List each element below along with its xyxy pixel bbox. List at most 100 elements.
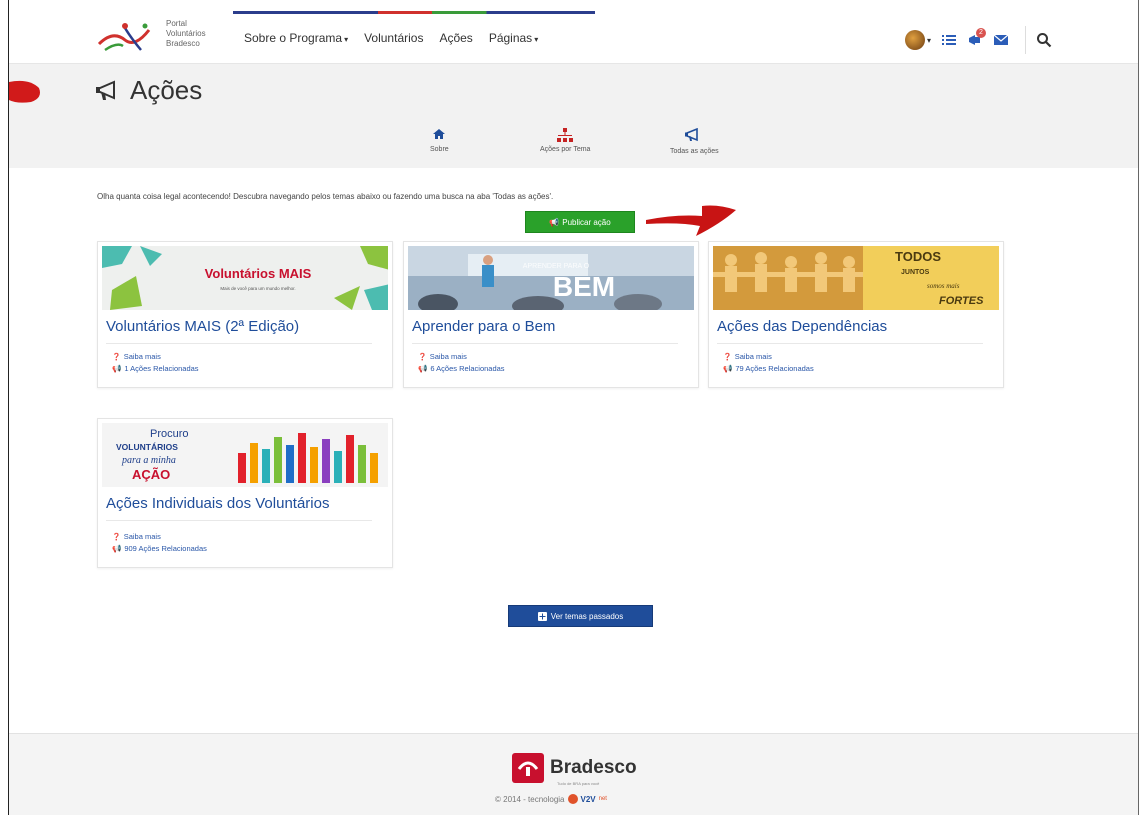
envelope-icon[interactable] xyxy=(993,32,1009,48)
navbar-actions: ▾ 2 xyxy=(905,26,1052,54)
past-themes-button[interactable]: Ver temas passados xyxy=(508,605,653,627)
annotation-red-mark xyxy=(9,80,40,103)
card-title[interactable]: Voluntários MAIS (2ª Edição) xyxy=(106,318,299,335)
question-circle-icon: ❓ xyxy=(112,353,121,361)
banner-line-1: TODOS xyxy=(895,249,941,264)
card-title[interactable]: Ações Individuais dos Voluntários xyxy=(106,495,329,512)
banner-title: Voluntários MAIS xyxy=(205,266,312,281)
notifications-button[interactable]: 2 xyxy=(967,28,986,48)
banner-line-4: AÇÃO xyxy=(132,467,170,482)
page-title: Ações xyxy=(96,75,202,106)
publish-button-label: Publicar ação xyxy=(562,217,611,227)
saiba-mais-link[interactable]: ❓ Saiba mais xyxy=(112,532,161,541)
annotation-red-arrow xyxy=(646,205,736,236)
card-banner: TODOS JUNTOS somos mais FORTES xyxy=(713,246,999,310)
banner-subtitle: Mais de você para um mundo melhor. xyxy=(220,286,295,291)
bradesco-brand: Bradesco xyxy=(512,753,637,783)
card-banner: APRENDER PARA O BEM xyxy=(408,246,694,310)
related-actions-label: 6 Ações Relacionadas xyxy=(430,364,505,373)
sitemap-icon xyxy=(557,128,574,142)
caret-down-icon: ▾ xyxy=(534,35,539,44)
card-title[interactable]: Aprender para o Bem xyxy=(412,318,555,335)
page-title-text: Ações xyxy=(130,75,203,105)
banner-big-text: BEM xyxy=(553,271,615,302)
bullhorn-icon: 📢 xyxy=(549,217,560,227)
v2v-suffix: net xyxy=(598,796,607,802)
card-divider xyxy=(412,343,678,344)
question-circle-icon: ❓ xyxy=(112,533,121,541)
brand-name: Bradesco xyxy=(550,757,637,778)
bullhorn-icon: 📢 xyxy=(418,364,428,373)
subnav-sobre[interactable]: Sobre xyxy=(430,128,449,153)
theme-card-voluntarios-mais[interactable]: Voluntários MAIS Mais de você para um mu… xyxy=(97,241,393,388)
related-actions-label: 79 Ações Relacionadas xyxy=(735,364,814,373)
navbar-divider xyxy=(1025,26,1027,54)
related-actions-link[interactable]: 📢 909 Ações Relacionadas xyxy=(112,544,207,553)
card-divider xyxy=(106,520,372,521)
related-actions-link[interactable]: 📢 79 Ações Relacionadas xyxy=(723,364,814,373)
saiba-mais-label: Saiba mais xyxy=(123,352,161,361)
nav-voluntarios[interactable]: Voluntários xyxy=(364,31,423,45)
banner-small-text: APRENDER PARA O xyxy=(523,263,590,270)
banner-line-2: VOLUNTÁRIOS xyxy=(116,442,178,452)
related-actions-label: 909 Ações Relacionadas xyxy=(124,544,207,553)
saiba-mais-link[interactable]: ❓ Saiba mais xyxy=(112,352,161,361)
saiba-mais-link[interactable]: ❓ Saiba mais xyxy=(418,352,467,361)
portal-logo[interactable] xyxy=(95,20,153,54)
copyright-line: © 2014 - tecnologia V2V net xyxy=(495,794,607,804)
card-banner: Voluntários MAIS Mais de você para um mu… xyxy=(102,246,388,310)
caret-down-icon: ▾ xyxy=(927,35,932,45)
card-title[interactable]: Ações das Dependências xyxy=(717,318,887,335)
question-circle-icon: ❓ xyxy=(723,353,732,361)
subnav-label: Todas as ações xyxy=(670,148,719,155)
main-nav: Sobre o Programa ▾ Voluntários Ações Pági… xyxy=(244,31,538,45)
v2v-name[interactable]: V2V xyxy=(581,795,596,804)
v2v-logo-icon xyxy=(567,794,578,804)
bullhorn-icon xyxy=(685,128,699,142)
home-icon xyxy=(433,129,446,139)
banner-line-3: para a minha xyxy=(121,455,176,466)
theme-card-aprender-para-o-bem[interactable]: APRENDER PARA O BEM Aprender para o Bem … xyxy=(403,241,699,388)
logo-line-1: Portal xyxy=(166,19,187,28)
aprender-banner: APRENDER PARA O BEM xyxy=(408,246,694,310)
subnav-label: Sobre xyxy=(430,146,449,153)
bullhorn-icon xyxy=(96,79,115,100)
caret-down-icon: ▾ xyxy=(344,35,349,44)
banner-line-2: JUNTOS xyxy=(901,269,930,276)
todos-juntos-banner: TODOS JUNTOS somos mais FORTES xyxy=(713,246,999,310)
question-circle-icon: ❓ xyxy=(418,353,427,361)
bullhorn-icon: 📢 xyxy=(112,544,122,553)
related-actions-link[interactable]: 📢 1 Ações Relacionadas xyxy=(112,364,199,373)
plus-square-icon xyxy=(537,611,547,621)
bullhorn-icon: 📢 xyxy=(112,364,122,373)
related-actions-label: 1 Ações Relacionadas xyxy=(124,364,199,373)
saiba-mais-link[interactable]: ❓ Saiba mais xyxy=(723,352,772,361)
banner-line-3: somos mais xyxy=(927,282,960,290)
list-icon[interactable] xyxy=(941,32,957,48)
brand-tagline: Tudo de BRA para você xyxy=(557,781,600,786)
past-themes-label: Ver temas passados xyxy=(550,611,624,621)
bradesco-logo-icon xyxy=(512,753,544,783)
subnav-label: Ações por Tema xyxy=(540,146,591,153)
theme-card-acoes-individuais[interactable]: Procuro VOLUNTÁRIOS para a minha AÇÃO Aç… xyxy=(97,418,393,568)
subnav-acoes-por-tema[interactable]: Ações por Tema xyxy=(540,128,590,153)
bullhorn-icon: 📢 xyxy=(723,364,733,373)
logo-line-3: Bradesco xyxy=(166,39,200,48)
notification-badge: 2 xyxy=(976,28,986,38)
voluntarios-mais-banner: Voluntários MAIS Mais de você para um mu… xyxy=(102,246,388,310)
saiba-mais-label: Saiba mais xyxy=(734,352,772,361)
nav-acoes[interactable]: Ações xyxy=(439,31,472,45)
subnav-todas-as-acoes[interactable]: Todas as ações xyxy=(670,128,719,155)
card-divider xyxy=(717,343,983,344)
theme-card-acoes-das-dependencias[interactable]: TODOS JUNTOS somos mais FORTES Ações das… xyxy=(708,241,1004,388)
card-banner: Procuro VOLUNTÁRIOS para a minha AÇÃO xyxy=(102,423,388,487)
intro-text: Olha quanta coisa legal acontecendo! Des… xyxy=(97,192,554,201)
navbar-color-stripe xyxy=(233,11,595,14)
publish-action-button[interactable]: 📢 Publicar ação xyxy=(525,211,635,233)
user-avatar[interactable] xyxy=(905,30,925,50)
search-icon[interactable] xyxy=(1036,32,1052,48)
saiba-mais-label: Saiba mais xyxy=(123,532,161,541)
nav-paginas[interactable]: Páginas ▾ xyxy=(489,31,538,45)
related-actions-link[interactable]: 📢 6 Ações Relacionadas xyxy=(418,364,505,373)
nav-sobre-o-programa[interactable]: Sobre o Programa ▾ xyxy=(244,31,348,45)
